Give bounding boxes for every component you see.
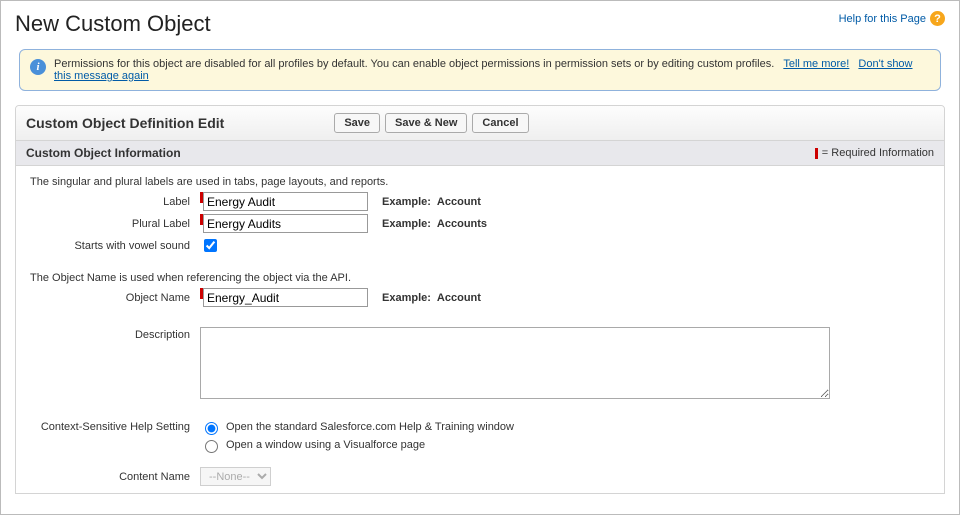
save-and-new-button[interactable]: Save & New [385,113,467,133]
plural-label-input[interactable] [203,214,368,233]
help-option-vf[interactable]: Open a window using a Visualforce page [200,437,514,453]
help-radio-vf[interactable] [205,440,218,453]
helper-text-labels: The singular and plural labels are used … [30,176,930,188]
vowel-field-label: Starts with vowel sound [30,240,200,252]
section-header: Custom Object Information = Required Inf… [16,141,944,166]
help-option-standard-label: Open the standard Salesforce.com Help & … [226,421,514,433]
cancel-button[interactable]: Cancel [472,113,528,133]
content-name-field-label: Content Name [30,471,200,483]
plural-label-field-label: Plural Label [30,218,200,230]
tell-me-more-link[interactable]: Tell me more! [783,58,849,70]
help-option-vf-label: Open a window using a Visualforce page [226,439,425,451]
help-for-page-text: Help for this Page [839,13,926,25]
example-label-value: Account [437,196,481,208]
description-field-label: Description [30,327,200,341]
example-plural-value: Accounts [437,218,487,230]
object-name-field-label: Object Name [30,292,200,304]
content-name-select: --None-- [200,467,271,486]
help-for-page-link[interactable]: Help for this Page ? [839,11,945,26]
example-object-name-value: Account [437,292,481,304]
vowel-checkbox[interactable] [204,239,217,252]
info-banner: i Permissions for this object are disabl… [19,49,941,91]
info-banner-text: Permissions for this object are disabled… [54,58,774,70]
section-title: Custom Object Information [26,146,181,160]
button-group: Save Save & New Cancel [334,113,528,133]
help-option-standard[interactable]: Open the standard Salesforce.com Help & … [200,419,514,435]
label-input[interactable] [203,192,368,211]
example-prefix: Example: [382,196,431,208]
required-legend: = Required Information [815,147,934,159]
page-title: New Custom Object [15,11,211,37]
required-legend-text: = Required Information [822,147,934,159]
help-setting-field-label: Context-Sensitive Help Setting [30,419,200,433]
panel-header: Custom Object Definition Edit Save Save … [16,106,944,141]
description-input[interactable] [200,327,830,399]
definition-panel: Custom Object Definition Edit Save Save … [15,105,945,494]
info-banner-content: Permissions for this object are disabled… [54,58,930,82]
help-icon: ? [930,11,945,26]
required-mark-icon [815,148,818,159]
help-radio-standard[interactable] [205,422,218,435]
object-name-input[interactable] [203,288,368,307]
example-prefix: Example: [382,292,431,304]
info-icon: i [30,59,46,75]
helper-text-api: The Object Name is used when referencing… [30,272,930,284]
example-prefix: Example: [382,218,431,230]
label-field-label: Label [30,196,200,208]
save-button[interactable]: Save [334,113,380,133]
panel-title: Custom Object Definition Edit [26,115,224,131]
